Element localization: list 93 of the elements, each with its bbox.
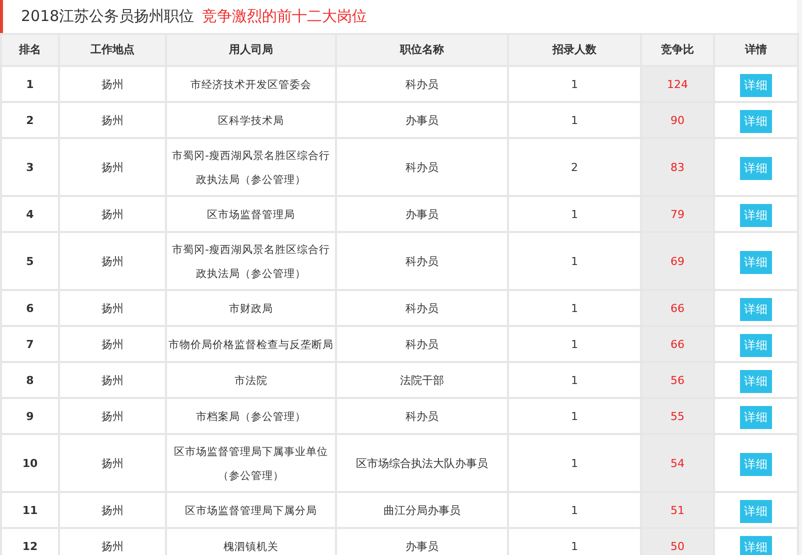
column-header: 用人司局 bbox=[229, 42, 273, 56]
table-cell: 科办员 bbox=[406, 78, 438, 91]
table-cell: 7 bbox=[26, 338, 34, 351]
detail-button[interactable]: 详细 bbox=[740, 500, 772, 522]
table-cell: 50 bbox=[670, 540, 684, 553]
table-cell: 扬州 bbox=[102, 114, 124, 127]
table-cell: 1 bbox=[571, 504, 578, 517]
table-cell: 扬州 bbox=[102, 338, 124, 351]
table-cell: 2 bbox=[571, 161, 578, 174]
table-cell: 科办员 bbox=[406, 302, 438, 315]
table-cell: 区市场监督管理局下属分局 bbox=[185, 505, 317, 517]
table-cell: 市蜀冈-瘦西湖风景名胜区综合行政执法局（参公管理） bbox=[172, 150, 330, 186]
table-cell: 79 bbox=[670, 208, 684, 221]
table-cell: 区科学技术局 bbox=[218, 115, 284, 127]
column-header: 职位名称 bbox=[400, 42, 444, 56]
detail-button[interactable]: 详细 bbox=[740, 298, 772, 320]
table-cell: 扬州 bbox=[102, 161, 124, 174]
detail-button[interactable]: 详细 bbox=[740, 204, 772, 226]
table-cell: 1 bbox=[571, 255, 578, 268]
table-cell: 69 bbox=[670, 255, 684, 268]
table-cell: 12 bbox=[22, 540, 38, 553]
table-cell: 1 bbox=[571, 338, 578, 351]
table-cell: 83 bbox=[670, 161, 684, 174]
page-subtitle: 竞争激烈的前十二大岗位 bbox=[202, 6, 368, 28]
table-cell: 扬州 bbox=[102, 374, 124, 387]
table-cell: 66 bbox=[670, 338, 684, 351]
table-cell: 11 bbox=[22, 504, 38, 517]
table-cell: 1 bbox=[571, 374, 578, 387]
column-header: 详情 bbox=[745, 42, 767, 56]
column-header: 招录人数 bbox=[552, 42, 596, 56]
table-cell: 2 bbox=[26, 114, 34, 127]
table-cell: 1 bbox=[571, 302, 578, 315]
table-cell: 1 bbox=[571, 78, 578, 91]
table-cell: 市财政局 bbox=[229, 303, 273, 315]
table-cell: 市经济技术开发区管委会 bbox=[190, 79, 312, 91]
table-cell: 市法院 bbox=[234, 375, 268, 387]
detail-button[interactable]: 详细 bbox=[740, 250, 772, 274]
detail-button[interactable]: 详细 bbox=[740, 74, 772, 96]
detail-button[interactable]: 详细 bbox=[740, 536, 772, 555]
column-header: 工作地点 bbox=[90, 42, 134, 56]
table-cell: 51 bbox=[670, 504, 684, 517]
table-cell: 1 bbox=[571, 410, 578, 423]
detail-button[interactable]: 详细 bbox=[740, 406, 772, 428]
table-cell: 科办员 bbox=[406, 410, 438, 423]
table-cell: 1 bbox=[571, 540, 578, 553]
table-cell: 扬州 bbox=[102, 504, 124, 517]
table-cell: 66 bbox=[670, 302, 684, 315]
table-cell: 扬州 bbox=[102, 255, 124, 268]
table-cell: 扬州 bbox=[102, 410, 124, 423]
table-cell: 扬州 bbox=[102, 78, 124, 91]
table-cell: 办事员 bbox=[406, 208, 438, 221]
table-cell: 9 bbox=[26, 410, 34, 423]
table-cell: 10 bbox=[22, 457, 38, 470]
table-cell: 市蜀冈-瘦西湖风景名胜区综合行政执法局（参公管理） bbox=[172, 244, 330, 280]
table-cell: 区市场监督管理局 bbox=[207, 209, 295, 221]
table-cell: 扬州 bbox=[102, 457, 124, 470]
table-cell: 5 bbox=[26, 255, 34, 268]
table-cell: 1 bbox=[571, 457, 578, 470]
column-header: 排名 bbox=[19, 42, 41, 56]
table-cell: 科办员 bbox=[406, 161, 438, 174]
table-cell: 3 bbox=[26, 161, 34, 174]
table-cell: 科办员 bbox=[406, 255, 438, 268]
table-cell: 科办员 bbox=[406, 338, 438, 351]
table-cell: 90 bbox=[670, 114, 684, 127]
table-cell: 54 bbox=[670, 457, 684, 470]
table-cell: 办事员 bbox=[406, 114, 438, 127]
table-cell: 8 bbox=[26, 374, 34, 387]
table-cell: 1 bbox=[571, 208, 578, 221]
table-cell: 市档案局（参公管理） bbox=[196, 411, 306, 423]
table-cell: 1 bbox=[26, 78, 34, 91]
table-cell: 区市场综合执法大队办事员 bbox=[356, 457, 488, 470]
table-cell: 办事员 bbox=[406, 540, 438, 553]
table-cell: 1 bbox=[571, 114, 578, 127]
table-cell: 56 bbox=[670, 374, 684, 387]
table-cell: 法院干部 bbox=[400, 374, 444, 387]
detail-button[interactable]: 详细 bbox=[740, 452, 772, 476]
detail-button[interactable]: 详细 bbox=[740, 110, 772, 132]
table-cell: 槐泗镇机关 bbox=[224, 541, 278, 553]
table-cell: 4 bbox=[26, 208, 34, 221]
table-cell: 6 bbox=[26, 302, 34, 315]
table-cell: 扬州 bbox=[102, 302, 124, 315]
page-title: 2018江苏公务员扬州职位 bbox=[21, 6, 194, 28]
detail-button[interactable]: 详细 bbox=[740, 156, 772, 180]
table-cell: 扬州 bbox=[102, 540, 124, 553]
table-cell: 曲江分局办事员 bbox=[384, 504, 460, 517]
detail-button[interactable]: 详细 bbox=[740, 334, 772, 356]
table-cell: 124 bbox=[667, 78, 688, 91]
table-cell: 市物价局价格监督检查与反垄断局 bbox=[168, 339, 334, 351]
table-cell: 55 bbox=[670, 410, 684, 423]
column-header: 竞争比 bbox=[661, 42, 694, 56]
table-cell: 区市场监督管理局下属事业单位（参公管理） bbox=[174, 446, 328, 482]
table-cell: 扬州 bbox=[102, 208, 124, 221]
detail-button[interactable]: 详细 bbox=[740, 370, 772, 392]
